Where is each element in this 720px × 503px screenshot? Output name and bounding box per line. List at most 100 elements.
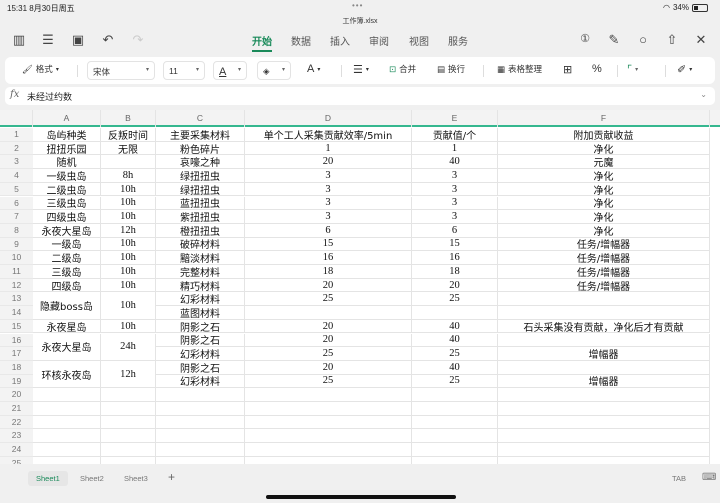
cell-D18[interactable]: 20 xyxy=(245,360,412,375)
tab-review[interactable]: 审阅 xyxy=(369,33,389,48)
row-header[interactable]: 2 xyxy=(0,141,33,156)
cell-A25[interactable] xyxy=(33,456,101,464)
cell-B22[interactable] xyxy=(101,415,156,430)
cell-B21[interactable] xyxy=(101,402,156,416)
table-tidy-button[interactable]: ▦ 表格整理 xyxy=(497,63,542,75)
cell-C20[interactable] xyxy=(156,388,245,402)
cell-D15[interactable]: 20 xyxy=(245,319,412,334)
chevron-down-icon[interactable]: ⌄ xyxy=(700,90,707,99)
cell-E15[interactable]: 40 xyxy=(412,319,498,334)
cell-B2[interactable]: 无限 xyxy=(101,141,156,156)
cell-C19[interactable]: 幻彩材料 xyxy=(156,374,245,388)
row-header[interactable]: 5 xyxy=(0,182,33,197)
close-icon[interactable]: ✕ xyxy=(692,32,710,48)
search-icon[interactable]: ○ xyxy=(634,32,652,47)
cell-E12[interactable]: 20 xyxy=(412,278,498,293)
cell-E7[interactable]: 3 xyxy=(412,210,498,224)
cell-B5[interactable]: 10h xyxy=(101,182,156,197)
page-icon[interactable]: ① xyxy=(576,32,594,45)
row-header[interactable]: 12 xyxy=(0,278,33,293)
formula-value[interactable]: 未经过约数 xyxy=(27,90,72,103)
cell-C24[interactable] xyxy=(156,443,245,457)
cell-F20[interactable] xyxy=(498,388,710,402)
cell-D12[interactable]: 20 xyxy=(245,278,412,293)
row-header[interactable]: 11 xyxy=(0,265,33,279)
row-header[interactable]: 24 xyxy=(0,443,33,457)
cell-B10[interactable]: 10h xyxy=(101,251,156,265)
cell-D3[interactable]: 20 xyxy=(245,155,412,170)
column-header-A[interactable]: A xyxy=(33,110,101,127)
eraser-button[interactable]: ✐ ▾ xyxy=(677,63,692,76)
cell-F15[interactable]: 石头采集没有贡献，净化后才有贡献 xyxy=(498,319,710,334)
tab-key-button[interactable]: TAB xyxy=(664,471,694,486)
cell-D2[interactable]: 1 xyxy=(245,141,412,156)
cell-A16[interactable]: 永夜大星岛 xyxy=(33,333,101,361)
cell-A22[interactable] xyxy=(33,415,101,430)
cell-E16[interactable]: 40 xyxy=(412,333,498,348)
header-cell-D1[interactable]: 单个工人采集贡献效率/5min xyxy=(245,128,412,142)
cell-E25[interactable] xyxy=(412,456,498,464)
tab-insert[interactable]: 插入 xyxy=(330,33,350,48)
undo-icon[interactable]: ↶ xyxy=(99,32,117,48)
cell-E21[interactable] xyxy=(412,402,498,416)
cell-A23[interactable] xyxy=(33,429,101,444)
cell-D8[interactable]: 6 xyxy=(245,223,412,238)
cell-F25[interactable] xyxy=(498,456,710,464)
cell-C25[interactable] xyxy=(156,456,245,464)
cell-F22[interactable] xyxy=(498,415,710,430)
cell-C22[interactable] xyxy=(156,415,245,430)
cell-E22[interactable] xyxy=(412,415,498,430)
cell-B9[interactable]: 10h xyxy=(101,237,156,252)
sheet-tab-1[interactable]: Sheet1 xyxy=(28,471,68,486)
cell-D9[interactable]: 15 xyxy=(245,237,412,252)
cell-B25[interactable] xyxy=(101,456,156,464)
merge-button[interactable]: ⊡ 合并 xyxy=(389,63,416,75)
row-header[interactable]: 16 xyxy=(0,333,33,348)
row-header[interactable]: 14 xyxy=(0,306,33,320)
tab-services[interactable]: 服务 xyxy=(448,33,468,48)
row-header[interactable]: 23 xyxy=(0,429,33,444)
cell-E19[interactable]: 25 xyxy=(412,374,498,389)
font-select[interactable]: 宋体 ▾ xyxy=(87,61,155,80)
cell-E11[interactable]: 18 xyxy=(412,265,498,279)
cell-D13[interactable]: 25 xyxy=(245,292,412,307)
cell-E24[interactable] xyxy=(412,443,498,457)
column-header-F[interactable]: F xyxy=(498,110,710,127)
cell-E13[interactable]: 25 xyxy=(412,292,498,307)
cell-E23[interactable] xyxy=(412,429,498,444)
border-button[interactable]: ⌜ ▾ xyxy=(627,63,638,76)
cell-D21[interactable] xyxy=(245,402,412,416)
cell-B20[interactable] xyxy=(101,388,156,402)
cell-D14[interactable] xyxy=(245,306,412,320)
cell-B4[interactable]: 8h xyxy=(101,169,156,183)
cell-E5[interactable]: 3 xyxy=(412,182,498,197)
row-header[interactable]: 18 xyxy=(0,360,33,375)
cell-F21[interactable] xyxy=(498,402,710,416)
cell-B11[interactable]: 10h xyxy=(101,265,156,279)
cell-D19[interactable]: 25 xyxy=(245,374,412,389)
cell-B23[interactable] xyxy=(101,429,156,444)
tab-start[interactable]: 开始 xyxy=(252,33,272,52)
row-header[interactable]: 17 xyxy=(0,347,33,361)
cell-E10[interactable]: 16 xyxy=(412,251,498,265)
cell-B18[interactable]: 12h xyxy=(101,360,156,389)
cell-D24[interactable] xyxy=(245,443,412,457)
font-style-button[interactable]: A ▾ xyxy=(307,63,320,75)
row-header[interactable]: 20 xyxy=(0,388,33,402)
cell-D10[interactable]: 16 xyxy=(245,251,412,265)
pen-icon[interactable]: ✎ xyxy=(605,32,623,48)
cell-B16[interactable]: 24h xyxy=(101,333,156,361)
font-size-select[interactable]: 11 ▾ xyxy=(163,61,205,80)
multitask-dots[interactable]: ••• xyxy=(352,1,363,10)
font-color-button[interactable]: A ▾ xyxy=(213,61,247,80)
sheet-tab-3[interactable]: Sheet3 xyxy=(116,471,156,486)
column-header-D[interactable]: D xyxy=(245,110,412,127)
share-icon[interactable]: ⇧ xyxy=(663,32,681,48)
align-button[interactable]: ☰ ▾ xyxy=(353,63,369,76)
menu-icon[interactable]: ☰ xyxy=(39,32,57,48)
cell-format-button[interactable]: ⊞ xyxy=(563,63,572,76)
add-sheet-button[interactable]: + xyxy=(160,467,183,487)
cell-D11[interactable]: 18 xyxy=(245,265,412,279)
header-cell-E1[interactable]: 贡献值/个 xyxy=(412,128,498,142)
row-header[interactable]: 8 xyxy=(0,223,33,238)
